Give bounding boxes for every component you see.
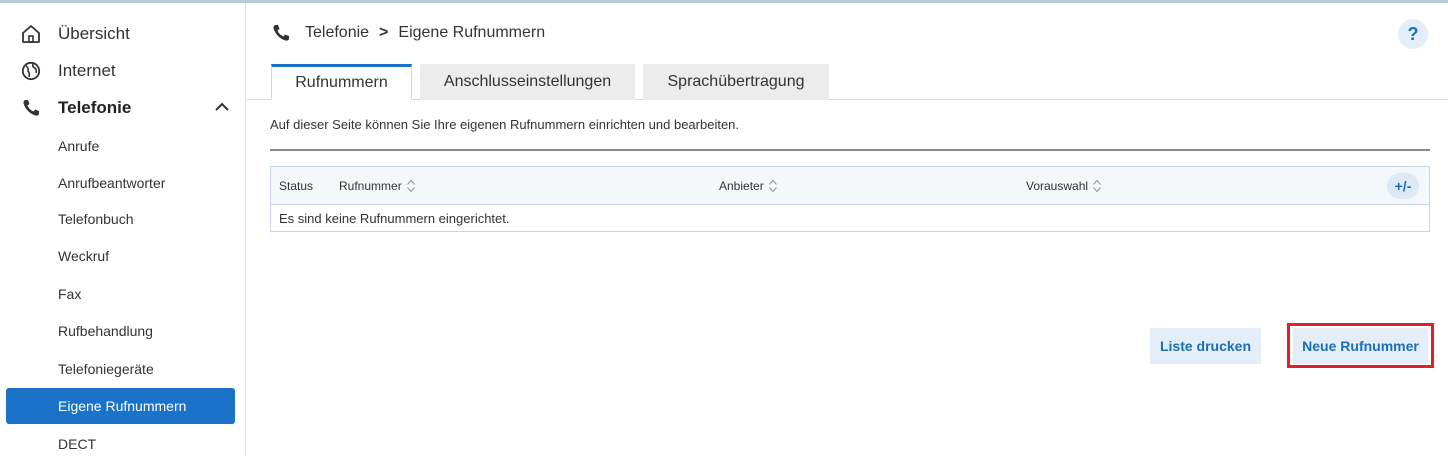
globe-icon [20,60,42,82]
divider [270,149,1430,151]
sidebar-item-eigene-rufnummern[interactable]: Eigene Rufnummern [6,388,235,424]
breadcrumb-page: Eigene Rufnummern [398,24,546,41]
column-label: Rufnummer [339,179,402,193]
rufnummern-table: Status Rufnummer Anbieter Vorauswahl +/-… [270,166,1430,232]
sidebar-item-uebersicht[interactable]: Übersicht [20,19,130,49]
column-header-anbieter[interactable]: Anbieter [719,167,778,205]
tab-rufnummern[interactable]: Rufnummern [271,64,412,100]
sidebar-item-label: DECT [58,436,97,452]
sidebar-item-label: Telefonbuch [58,211,134,227]
sidebar-item-telefoniegeraete[interactable]: Telefoniegeräte [6,352,235,386]
sort-icon [406,179,415,193]
phone-icon [20,97,42,119]
plus-minus-icon[interactable]: +/- [1387,173,1419,199]
sidebar-item-anrufe[interactable]: Anrufe [6,129,235,163]
chevron-up-icon[interactable] [214,99,230,115]
sidebar-item-dect[interactable]: DECT [6,427,235,456]
sidebar-item-telefonbuch[interactable]: Telefonbuch [6,202,235,236]
sidebar-item-label: Telefonie [58,98,132,117]
sidebar-item-label: Rufbehandlung [58,323,153,339]
breadcrumb-separator: > [379,24,389,41]
sidebar-item-weckruf[interactable]: Weckruf [6,239,235,273]
print-list-button[interactable]: Liste drucken [1150,328,1261,364]
home-icon [20,23,42,45]
breadcrumb: Telefonie > Eigene Rufnummern [271,20,545,46]
breadcrumb-section[interactable]: Telefonie [305,24,369,42]
sidebar-item-telefonie[interactable]: Telefonie [20,93,131,123]
tab-sprachuebertragung[interactable]: Sprachübertragung [643,64,829,100]
sidebar-item-label: Internet [58,61,116,80]
sidebar-item-fax[interactable]: Fax [6,277,235,311]
column-header-rufnummer[interactable]: Rufnummer [339,167,416,205]
sort-icon [768,179,777,193]
column-label: Anbieter [719,179,764,193]
sidebar-item-label: Anrufe [58,138,100,154]
sidebar-item-label: Übersicht [58,24,130,43]
sidebar-item-label: Eigene Rufnummern [58,398,187,414]
column-label: Status [279,179,314,193]
phone-icon [271,23,291,43]
sort-icon [1093,179,1101,193]
sidebar: Übersicht Internet Telefonie Anrufe Anru… [0,3,246,456]
sidebar-item-label: Anrufbeantworter [58,175,166,191]
tab-anschlusseinstellungen[interactable]: Anschlusseinstellungen [420,64,635,100]
column-header-status: Status [279,167,313,205]
table-header: Status Rufnummer Anbieter Vorauswahl +/- [271,167,1429,205]
column-label: Vorauswahl [1026,179,1089,193]
sidebar-item-rufbehandlung[interactable]: Rufbehandlung [6,314,235,348]
sidebar-item-label: Telefoniegeräte [58,361,154,377]
sidebar-item-label: Fax [58,286,82,302]
sidebar-item-internet[interactable]: Internet [20,56,116,86]
column-header-vorauswahl[interactable]: Vorauswahl [1026,167,1102,205]
empty-table-message: Es sind keine Rufnummern eingerichtet. [279,211,510,226]
help-button[interactable]: ? [1398,19,1428,49]
page-description: Auf dieser Seite können Sie Ihre eigenen… [270,117,740,132]
sidebar-item-label: Weckruf [58,248,110,264]
highlight-frame [1287,323,1434,368]
sidebar-item-anrufbeantworter[interactable]: Anrufbeantworter [6,166,235,200]
